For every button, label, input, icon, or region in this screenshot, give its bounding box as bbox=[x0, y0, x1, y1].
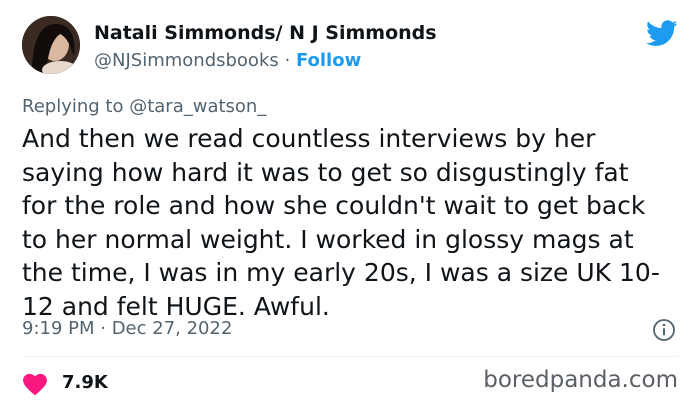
tweet-text-line: to her normal weight. I worked in glossy… bbox=[22, 224, 634, 254]
twitter-bird-icon[interactable] bbox=[646, 20, 678, 47]
reply-prefix: Replying to bbox=[22, 96, 130, 117]
heart-icon[interactable] bbox=[22, 372, 48, 396]
tweet-text-line: the time, I was in my early 20s, I was a… bbox=[22, 258, 660, 287]
tweet-text-line: for the role and how she couldn't wait t… bbox=[22, 191, 646, 220]
follow-button[interactable]: Follow bbox=[296, 50, 361, 71]
user-handle[interactable]: @NJSimmondsbooks bbox=[94, 50, 279, 71]
info-icon[interactable] bbox=[652, 318, 676, 342]
tweet-text: And then we read countless interviews by… bbox=[22, 122, 682, 323]
like-count: 7.9K bbox=[62, 372, 108, 393]
avatar-photo bbox=[22, 16, 80, 74]
divider bbox=[22, 356, 678, 357]
tweet-text-line: saying how hard it was to get so disgust… bbox=[22, 157, 629, 187]
avatar[interactable] bbox=[22, 16, 80, 74]
timestamp[interactable]: 9:19 PM · Dec 27, 2022 bbox=[22, 318, 232, 339]
tweet-text-line: And then we read countless interviews by… bbox=[22, 124, 596, 153]
tweet-card: Natali Simmonds/ N J Simmonds @NJSimmond… bbox=[0, 0, 700, 410]
display-name[interactable]: Natali Simmonds/ N J Simmonds bbox=[94, 22, 437, 44]
reply-to-link[interactable]: @tara_watson_ bbox=[129, 96, 266, 117]
handle-row: @NJSimmondsbooks · Follow bbox=[94, 50, 361, 71]
watermark: boredpanda.com bbox=[483, 367, 678, 393]
reply-context: Replying to @tara_watson_ bbox=[22, 96, 266, 117]
separator: · bbox=[284, 50, 291, 71]
